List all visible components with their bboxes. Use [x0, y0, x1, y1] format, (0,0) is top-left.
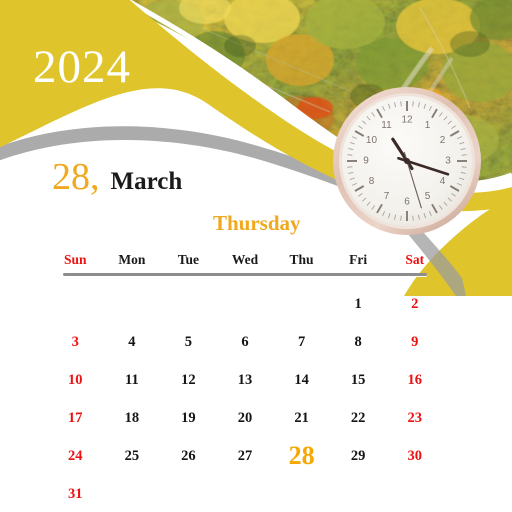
weekday-header-tue: Tue: [177, 252, 200, 267]
calendar-weeks: 1 2 3 4 5 6 7 8 9 10 11 12 13 14 15 16 17 18 19 20 21 22 23 24 2…: [47, 285, 443, 512]
calendar-day-cell[interactable]: 24: [47, 449, 104, 464]
clock-numeral-2: 2: [440, 135, 446, 146]
clock-numeral-10: 10: [366, 135, 378, 146]
calendar-day-cell[interactable]: 30: [386, 449, 443, 464]
year-label: 2024: [33, 41, 131, 93]
calendar-week-row: 24 25 26 27 28 29 30: [47, 437, 443, 475]
calendar-day-cell[interactable]: 13: [217, 373, 274, 388]
calendar-page: 2024 12 1 2 3 4 5 6 7 8 9 10 11 28, Marc…: [0, 0, 512, 512]
clock-numeral-8: 8: [369, 176, 375, 187]
calendar-day-cell[interactable]: 8: [330, 335, 387, 350]
calendar-day-cell[interactable]: 26: [160, 449, 217, 464]
calendar-day-cell[interactable]: 17: [47, 411, 104, 426]
calendar-week-row: 17 18 19 20 21 22 23: [47, 399, 443, 437]
wall-clock: 12 1 2 3 4 5 6 7 8 9 10 11: [332, 86, 482, 236]
clock-numeral-7: 7: [384, 191, 390, 202]
weekday-header-wed: Wed: [231, 252, 259, 267]
calendar-day-cell[interactable]: 5: [160, 335, 217, 350]
date-month-name: March: [110, 168, 183, 195]
clock-numeral-11: 11: [381, 120, 392, 131]
calendar-day-cell[interactable]: 20: [217, 411, 274, 426]
calendar-day-cell[interactable]: 16: [386, 373, 443, 388]
calendar-day-cell[interactable]: 14: [273, 373, 330, 388]
clock-numeral-6: 6: [404, 197, 410, 208]
clock-numeral-4: 4: [440, 176, 446, 187]
calendar-day-today[interactable]: 28: [273, 443, 330, 469]
weekday-header-thu: Thu: [289, 252, 314, 267]
calendar-day-cell[interactable]: 6: [217, 335, 274, 350]
date-weekday-name: Thursday: [213, 211, 301, 235]
weekday-header-mon: Mon: [118, 252, 146, 267]
calendar-week-row: 31: [47, 475, 443, 512]
clock-numeral-12: 12: [401, 115, 413, 126]
clock-center-cap: [404, 158, 410, 164]
calendar-day-cell[interactable]: 31: [47, 487, 104, 502]
calendar-day-cell[interactable]: 21: [273, 411, 330, 426]
calendar-day-cell[interactable]: 1: [330, 297, 387, 312]
calendar-day-cell[interactable]: 11: [104, 373, 161, 388]
calendar-day-cell[interactable]: 19: [160, 411, 217, 426]
clock-numeral-5: 5: [425, 191, 431, 202]
calendar-day-cell[interactable]: 2: [386, 297, 443, 312]
calendar-day-cell[interactable]: 15: [330, 373, 387, 388]
calendar-day-cell[interactable]: 23: [386, 411, 443, 426]
calendar-day-cell[interactable]: 10: [47, 373, 104, 388]
calendar-day-cell[interactable]: 9: [386, 335, 443, 350]
calendar-day-cell[interactable]: 4: [104, 335, 161, 350]
weekday-header-sun: Sun: [64, 252, 87, 267]
calendar-day-cell[interactable]: 12: [160, 373, 217, 388]
weekday-header-row: Sun Mon Tue Wed Thu Fri Sat: [47, 252, 443, 268]
calendar-grid: Sun Mon Tue Wed Thu Fri Sat 1 2 3 4 5 6 7 8 9 10 11 12 13 1…: [47, 252, 443, 512]
calendar-day-cell[interactable]: 18: [104, 411, 161, 426]
clock-numeral-9: 9: [363, 156, 369, 167]
calendar-day-cell[interactable]: 25: [104, 449, 161, 464]
calendar-day-cell[interactable]: 29: [330, 449, 387, 464]
clock-numeral-3: 3: [445, 156, 451, 167]
weekday-header-fri: Fri: [349, 252, 368, 267]
calendar-day-cell[interactable]: 27: [217, 449, 274, 464]
date-day-number: 28,: [52, 156, 100, 198]
calendar-week-row: 10 11 12 13 14 15 16: [47, 361, 443, 399]
clock-numeral-1: 1: [425, 120, 431, 131]
calendar-day-cell[interactable]: 3: [47, 335, 104, 350]
header-separator-rule: [63, 273, 427, 276]
calendar-day-cell[interactable]: 22: [330, 411, 387, 426]
calendar-week-row: 3456789: [47, 323, 443, 361]
calendar-day-cell[interactable]: 7: [273, 335, 330, 350]
calendar-week-row: 12: [47, 285, 443, 323]
weekday-header-sat: Sat: [405, 252, 425, 267]
date-heading: 28, March: [52, 158, 182, 196]
